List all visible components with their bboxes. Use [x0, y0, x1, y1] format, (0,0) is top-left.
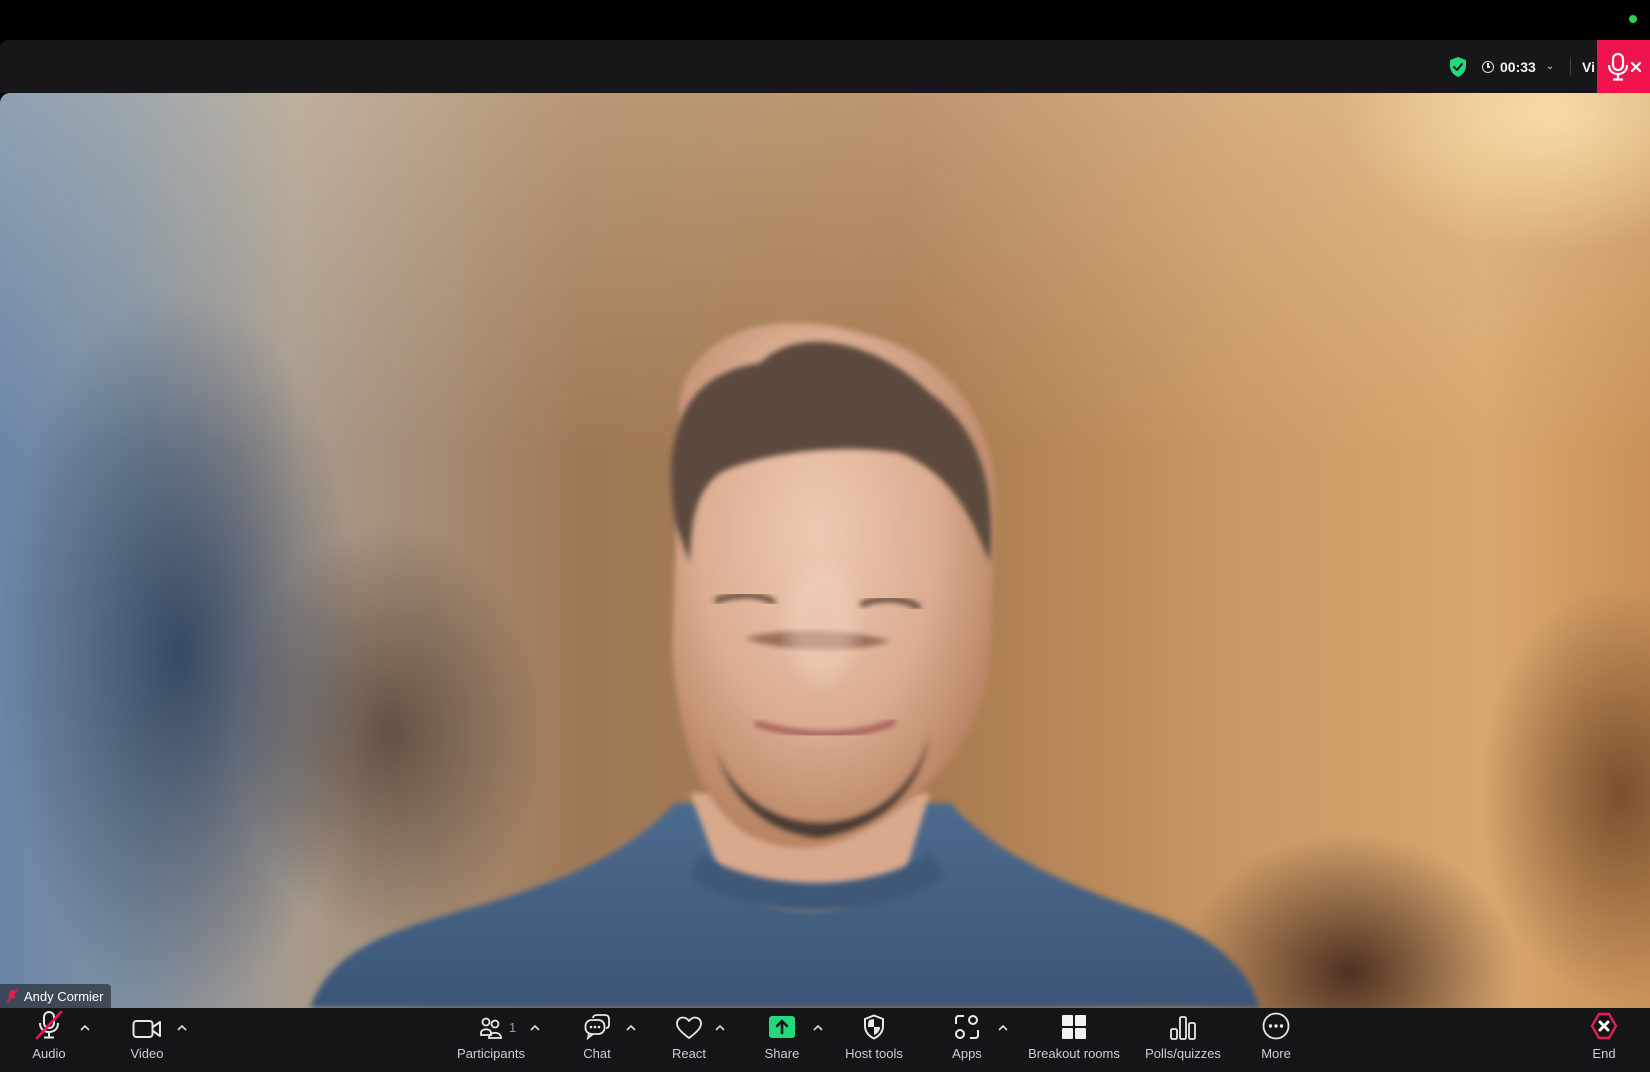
breakout-rooms-button[interactable]: Breakout rooms	[1024, 1008, 1124, 1072]
apps-icon	[955, 1015, 979, 1039]
timer-text: 00:33	[1500, 58, 1536, 75]
breakout-rooms-label: Breakout rooms	[1028, 1046, 1120, 1061]
participant-name: Andy Cormier	[24, 988, 104, 1004]
host-tools-label: Host tools	[845, 1046, 903, 1061]
chat-options-chevron[interactable]	[623, 1020, 639, 1036]
video-label: Video	[130, 1046, 164, 1061]
end-call-icon	[1590, 1012, 1618, 1040]
microphone-icon	[1607, 52, 1628, 81]
react-options-chevron[interactable]	[712, 1020, 728, 1036]
chevron-up-icon	[530, 1025, 540, 1031]
audio-label: Audio	[32, 1046, 66, 1061]
audio-options-chevron[interactable]	[77, 1020, 93, 1036]
apps-button[interactable]: Apps	[942, 1008, 992, 1072]
view-label: Vi	[1582, 58, 1595, 75]
apps-options-chevron[interactable]	[995, 1020, 1011, 1036]
chevron-up-icon	[813, 1025, 823, 1031]
end-label: End	[1592, 1046, 1616, 1061]
participants-count: 1	[509, 1020, 517, 1035]
react-label: React	[672, 1046, 706, 1061]
polls-quizzes-label: Polls/quizzes	[1145, 1046, 1221, 1061]
polls-quizzes-button[interactable]: Polls/quizzes	[1138, 1008, 1228, 1072]
view-button[interactable]: Vi	[1582, 40, 1595, 93]
video-feed	[0, 93, 1650, 1008]
breakout-rooms-icon	[1062, 1015, 1086, 1039]
more-label: More	[1261, 1046, 1291, 1061]
audio-button[interactable]: Audio	[24, 1008, 74, 1072]
meeting-toolbar: Audio Video Participants 1 Chat React Sh…	[0, 1008, 1650, 1072]
share-label: Share	[764, 1046, 800, 1061]
meeting-header: 00:33 ⌄ Vi	[0, 40, 1650, 93]
encryption-shield-icon[interactable]	[1448, 40, 1468, 93]
bar-chart-icon	[1170, 1016, 1196, 1040]
mic-muted-icon	[35, 1010, 63, 1040]
share-options-chevron[interactable]	[810, 1020, 826, 1036]
muted-indicator[interactable]	[1597, 40, 1650, 93]
chevron-up-icon	[80, 1025, 90, 1031]
chevron-down-icon: ⌄	[1545, 61, 1555, 72]
participants-button[interactable]: Participants	[451, 1008, 531, 1072]
participants-options-chevron[interactable]	[527, 1020, 543, 1036]
chat-icon	[584, 1014, 610, 1040]
chevron-up-icon	[998, 1025, 1008, 1031]
react-button[interactable]: React	[664, 1008, 714, 1072]
shield-icon	[864, 1014, 884, 1040]
chat-button[interactable]: Chat	[572, 1008, 622, 1072]
video-button[interactable]: Video	[122, 1008, 172, 1072]
participant-video-person	[310, 323, 1260, 1008]
end-meeting-button[interactable]: End	[1579, 1008, 1629, 1072]
chevron-up-icon	[177, 1025, 187, 1031]
participants-label: Participants	[457, 1046, 525, 1061]
header-divider	[1570, 57, 1571, 75]
participants-icon	[480, 1017, 502, 1039]
more-options-icon	[1262, 1012, 1290, 1040]
chevron-up-icon	[626, 1025, 636, 1031]
video-camera-icon	[132, 1020, 161, 1038]
participant-name-tag: Andy Cormier	[0, 984, 112, 1008]
video-options-chevron[interactable]	[174, 1020, 190, 1036]
host-tools-button[interactable]: Host tools	[839, 1008, 909, 1072]
mic-muted-icon	[6, 989, 18, 1003]
share-screen-icon	[769, 1016, 795, 1038]
meeting-timer[interactable]: 00:33 ⌄	[1482, 40, 1554, 93]
clock-icon	[1482, 60, 1494, 73]
system-menubar	[0, 0, 1650, 40]
apps-label: Apps	[952, 1046, 982, 1061]
share-button[interactable]: Share	[757, 1008, 807, 1072]
camera-indicator-icon	[1629, 15, 1637, 23]
chevron-up-icon	[715, 1025, 725, 1031]
chat-label: Chat	[583, 1046, 611, 1061]
close-icon	[1630, 61, 1641, 72]
heart-icon	[676, 1016, 702, 1039]
more-button[interactable]: More	[1251, 1008, 1301, 1072]
